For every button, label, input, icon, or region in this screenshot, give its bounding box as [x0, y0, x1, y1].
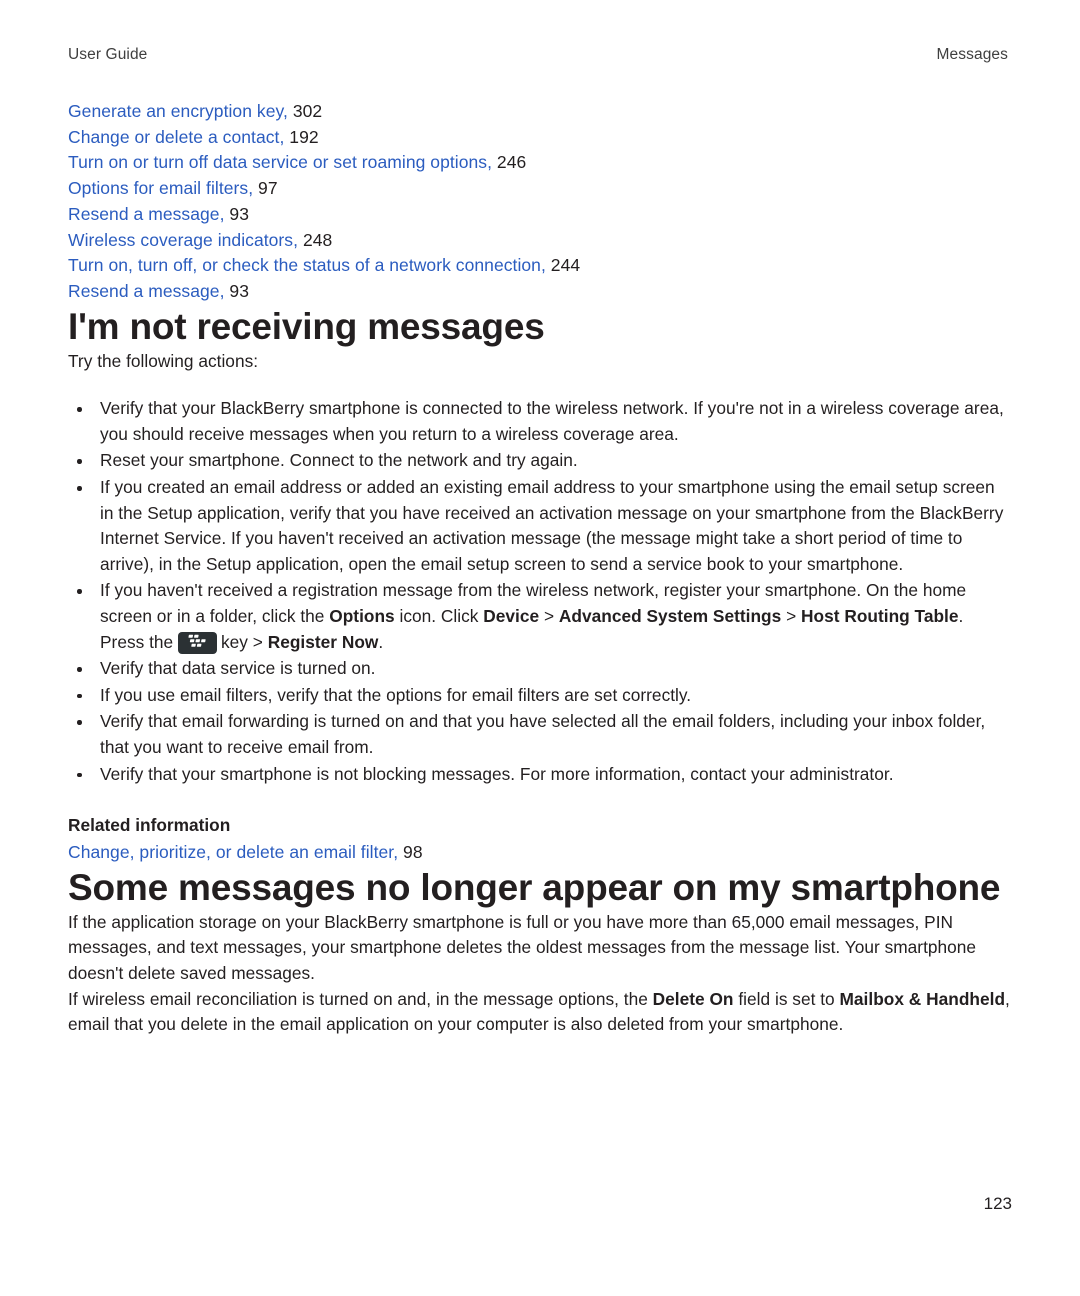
list-item-text: Verify that data service is turned on.: [100, 658, 376, 679]
link-page-number: 192: [289, 126, 319, 147]
link-label[interactable]: Generate an encryption key,: [68, 101, 288, 121]
link-label[interactable]: Wireless coverage indicators,: [68, 230, 298, 250]
running-head: User Guide Messages: [68, 0, 1012, 64]
link-label[interactable]: Resend a message,: [68, 204, 225, 224]
link-label[interactable]: Change, prioritize, or delete an email f…: [68, 842, 398, 862]
list-item: If you use email filters, verify that th…: [68, 683, 1012, 709]
link-page-number: 93: [229, 203, 249, 224]
list-item-text: key >: [221, 631, 268, 652]
blackberry-menu-key-icon: [178, 630, 217, 656]
link-page-number: 248: [302, 229, 333, 250]
list-item: Verify that your BlackBerry smartphone i…: [68, 396, 1012, 447]
link-list-item[interactable]: Generate an encryption key, 302: [68, 99, 1012, 125]
list-item: Verify that email forwarding is turned o…: [68, 709, 1012, 760]
intro-paragraph: Try the following actions:: [68, 350, 259, 371]
link-page-number: 244: [550, 255, 581, 276]
link-list-item[interactable]: Change or delete a contact, 192: [68, 125, 1012, 151]
list-item-text: Verify that email forwarding is turned o…: [100, 711, 986, 757]
running-head-left: User Guide: [68, 46, 148, 63]
link-page-number: 97: [258, 178, 278, 199]
ui-term-device: Device: [483, 605, 540, 626]
list-item-text: .: [378, 631, 384, 652]
ui-term-delete-on: Delete On: [652, 988, 734, 1009]
link-page-number: 302: [292, 101, 323, 121]
list-item: Verify that data service is turned on.: [68, 656, 1012, 682]
list-item-text: Verify that your smartphone is not block…: [100, 763, 894, 784]
link-page-number: 98: [403, 842, 423, 863]
list-item: Reset your smartphone. Connect to the ne…: [68, 448, 1012, 474]
ui-term-host-routing-table: Host Routing Table: [801, 605, 959, 626]
list-item: If you haven't received a registration m…: [68, 578, 1012, 655]
link-label[interactable]: Turn on, turn off, or check the status o…: [68, 255, 546, 275]
section-heading-not-receiving-messages: I'm not receiving messages: [68, 305, 545, 347]
list-item: Verify that your smartphone is not block…: [68, 762, 1012, 788]
link-label[interactable]: Turn on or turn off data service or set …: [68, 152, 492, 172]
list-item-text: If you created an email address or added…: [100, 477, 1004, 574]
link-list-item[interactable]: Turn on, turn off, or check the status o…: [68, 253, 1012, 279]
section2-paragraph-1: If the application storage on your Black…: [68, 911, 977, 984]
ui-term-mailbox-and-handheld: Mailbox & Handheld: [839, 988, 1006, 1009]
list-item: If you created an email address or added…: [68, 475, 1012, 577]
document-page: User Guide Messages Generate an encrypti…: [0, 0, 1080, 1296]
link-page-number: 93: [229, 280, 249, 301]
related-information-link[interactable]: Change, prioritize, or delete an email f…: [68, 840, 1012, 866]
menu-separator: >: [781, 605, 802, 626]
link-label[interactable]: Change or delete a contact,: [68, 127, 284, 147]
link-list-item[interactable]: Resend a message, 93: [68, 279, 1012, 305]
blackberry-logo-dots: [187, 630, 208, 656]
link-page-number: 246: [496, 152, 527, 173]
list-item-text: Reset your smartphone. Connect to the ne…: [100, 450, 578, 471]
section-heading-messages-no-longer-appear: Some messages no longer appear on my sma…: [68, 866, 1001, 908]
link-list-item[interactable]: Resend a message, 93: [68, 202, 1012, 228]
paragraph-text: If wireless email reconciliation is turn…: [68, 988, 653, 1009]
menu-separator: >: [539, 605, 559, 626]
link-label[interactable]: Options for email filters,: [68, 178, 253, 198]
troubleshooting-bullet-list: Verify that your BlackBerry smartphone i…: [68, 396, 1012, 787]
list-item-text: If you use email filters, verify that th…: [100, 684, 692, 705]
running-head-right: Messages: [936, 46, 1008, 63]
link-label[interactable]: Resend a message,: [68, 281, 225, 301]
ui-term-register-now: Register Now: [267, 631, 379, 652]
section2-paragraph-2: If wireless email reconciliation is turn…: [68, 987, 1012, 1038]
ui-term-options: Options: [329, 605, 395, 626]
related-information-heading: Related information: [68, 815, 231, 836]
list-item-text: icon. Click: [394, 605, 484, 626]
ui-term-advanced-system-settings: Advanced System Settings: [558, 605, 782, 626]
cross-reference-link-list: Generate an encryption key, 302 Change o…: [68, 99, 1012, 305]
link-list-item[interactable]: Wireless coverage indicators, 248: [68, 228, 1012, 254]
list-item-text: Verify that your BlackBerry smartphone i…: [100, 398, 1004, 444]
paragraph-text: field is set to: [733, 988, 840, 1009]
link-list-item[interactable]: Options for email filters, 97: [68, 176, 1012, 202]
page-number-folio: 123: [983, 1194, 1012, 1213]
link-list-item[interactable]: Turn on or turn off data service or set …: [68, 150, 1012, 176]
